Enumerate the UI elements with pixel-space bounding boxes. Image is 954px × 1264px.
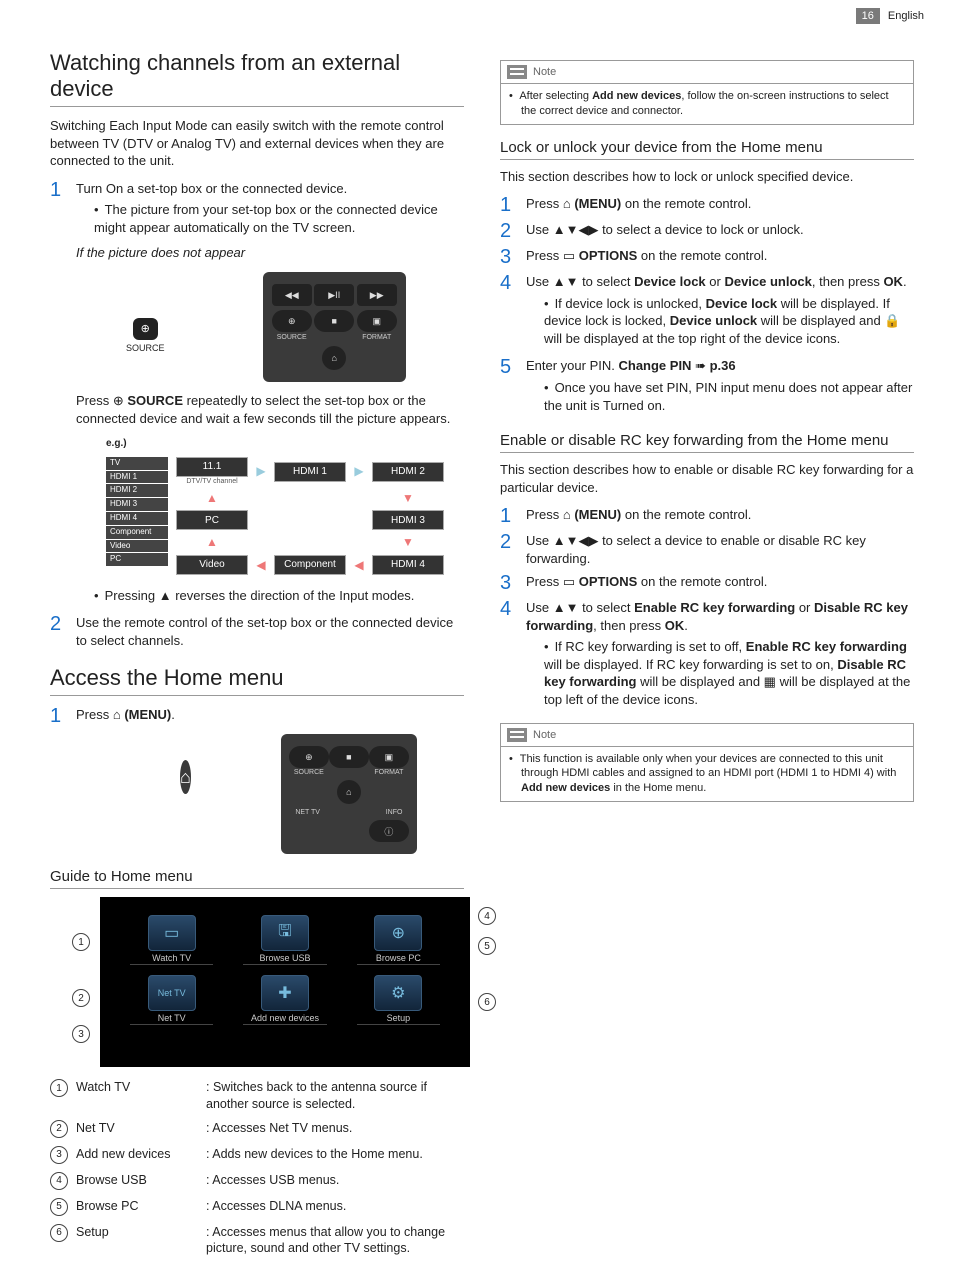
rc-step-3: Press ▭ OPTIONS on the remote control.: [526, 573, 914, 593]
arrow-left-icon: ◀: [254, 557, 268, 573]
home-setup: ⚙Setup: [357, 975, 440, 1025]
fast-forward-icon: ▶▶: [357, 284, 397, 306]
rewind-icon: ◀◀: [272, 284, 312, 306]
rc-step-2: Use ▲▼◀▶ to select a device to enable or…: [526, 532, 914, 567]
gear-icon: ⚙: [374, 975, 422, 1011]
rc-step-4-sub: If RC key forwarding is set to off, Enab…: [544, 638, 914, 708]
step-1-sub: The picture from your set-top box or the…: [94, 201, 464, 236]
input-list: TV HDMI 1 HDMI 2 HDMI 3 HDMI 4 Component…: [106, 457, 168, 579]
note-2-body: This function is available only when you…: [501, 746, 913, 802]
lock-step-4: Use ▲▼ to select Device lock or Device u…: [526, 273, 914, 351]
remote-figure: ⊕ SOURCE ◀◀ ▶II ▶▶ ⊕SOURCE ■: [126, 272, 406, 382]
callout-3: 3: [72, 1025, 90, 1043]
lock-step-3: Press ▭ OPTIONS on the remote control.: [526, 247, 914, 267]
lock-intro: This section describes how to lock or un…: [500, 168, 914, 186]
rc-step-4: Use ▲▼ to select Enable RC key forwardin…: [526, 599, 914, 712]
source-icon: ⊕: [289, 746, 329, 768]
arrow-up-icon: ▲: [176, 534, 248, 550]
note-box-1: Note After selecting Add new devices, fo…: [500, 60, 914, 125]
remote-inline-icon: ▦: [764, 674, 776, 689]
step-2: Use the remote control of the set-top bo…: [76, 614, 464, 649]
options-inline-icon: ▭: [563, 574, 575, 589]
home-net-tv: Net TVNet TV: [130, 975, 213, 1025]
stop-icon: ■: [329, 746, 369, 768]
if-picture-not-appear: If the picture does not appear: [76, 244, 464, 262]
note-box-2: Note This function is available only whe…: [500, 723, 914, 803]
input-diagram: TV HDMI 1 HDMI 2 HDMI 3 HDMI 4 Component…: [106, 457, 464, 579]
home-browse-pc: ⊕Browse PC: [357, 915, 440, 965]
lock-step-1: Press ⌂ (MENU) on the remote control.: [526, 195, 914, 215]
step-1: Turn On a set-top box or the connected d…: [76, 180, 464, 609]
page-number: 16: [856, 8, 880, 24]
pc-icon: ⊕: [374, 915, 422, 951]
flow-grid: 11.1 DTV/TV channel ▶ HDMI 1 ▶ HDMI 2 ▲: [176, 457, 444, 579]
format-icon: ▣: [369, 746, 409, 768]
reverse-note: Pressing ▲ reverses the direction of the…: [94, 587, 464, 605]
arrow-down-icon: ▼: [372, 490, 444, 506]
format-icon: ▣: [357, 310, 397, 332]
right-column: Note After selecting Add new devices, fo…: [500, 50, 914, 1264]
heading-rc-forwarding: Enable or disable RC key forwarding from…: [500, 432, 914, 453]
callout-5: 5: [478, 937, 496, 955]
heading-watching-channels: Watching channels from an external devic…: [50, 50, 464, 107]
callout-6: 6: [478, 993, 496, 1011]
rc-step-1: Press ⌂ (MENU) on the remote control.: [526, 506, 914, 526]
add-icon: ✚: [261, 975, 309, 1011]
note-icon: [507, 65, 527, 79]
heading-guide-home: Guide to Home menu: [50, 868, 464, 889]
home-button-graphic: ⌂: [180, 760, 191, 794]
remote-figure-2: ⌂ ⊕SOURCE ■ ▣FORMAT ⌂ NET TV INFO ⓘ: [180, 734, 380, 854]
tv-icon: ▭: [148, 915, 196, 951]
usb-icon: 🖫: [261, 915, 309, 951]
note-1-body: After selecting Add new devices, follow …: [501, 83, 913, 124]
play-pause-icon: ▶II: [314, 284, 354, 306]
home-watch-tv: ▭Watch TV: [130, 915, 213, 965]
arrow-right-icon: ▶: [352, 463, 366, 479]
home-icon: ⌂: [337, 780, 361, 804]
rc-intro: This section describes how to enable or …: [500, 461, 914, 496]
home-inline-icon: ⌂: [563, 196, 571, 211]
source-button-graphic: ⊕: [133, 318, 158, 341]
arrow-left-icon: ◀: [352, 557, 366, 573]
home-step-1: Press ⌂ (MENU).: [76, 706, 464, 726]
lock-step-5-sub: Once you have set PIN, PIN input menu do…: [544, 379, 914, 414]
page-header: 16 English: [856, 8, 924, 24]
lock-step-5: Enter your PIN. Change PIN ➠ p.36 Once y…: [526, 357, 914, 418]
page-language: English: [888, 10, 924, 22]
source-inline-icon: ⊕: [113, 393, 124, 408]
press-source-text: Press ⊕ SOURCE repeatedly to select the …: [76, 392, 464, 427]
callout-2: 2: [72, 989, 90, 1007]
source-icon: ⊕: [272, 310, 312, 332]
nettv-icon: Net TV: [148, 975, 196, 1011]
remote-graphic: ◀◀ ▶II ▶▶ ⊕SOURCE ■ ▣FORMAT ⌂: [263, 272, 406, 382]
home-inline-icon: ⌂: [563, 507, 571, 522]
lock-inline-icon: 🔒: [884, 313, 900, 328]
home-inline-icon: ⌂: [113, 707, 121, 722]
info-icon: ⓘ: [369, 820, 409, 842]
arrow-right-icon: ▶: [254, 463, 268, 479]
callout-1: 1: [72, 933, 90, 951]
lock-step-2: Use ▲▼◀▶ to select a device to lock or u…: [526, 221, 914, 241]
heading-lock-unlock: Lock or unlock your device from the Home…: [500, 139, 914, 160]
home-menu-screenshot: ▭Watch TV 🖫Browse USB ⊕Browse PC Net TVN…: [100, 897, 470, 1067]
lock-step-4-sub: If device lock is unlocked, Device lock …: [544, 295, 914, 348]
left-column: Watching channels from an external devic…: [50, 50, 464, 1264]
heading-access-home: Access the Home menu: [50, 665, 464, 696]
note-icon: [507, 728, 527, 742]
stop-icon: ■: [314, 310, 354, 332]
options-inline-icon: ▭: [563, 248, 575, 263]
home-add-devices: ✚Add new devices: [243, 975, 326, 1025]
intro-text: Switching Each Input Mode can easily swi…: [50, 117, 464, 170]
home-legend: 1Watch TVSwitches back to the antenna so…: [50, 1079, 464, 1256]
arrow-up-icon: ▲: [176, 490, 248, 506]
callout-4: 4: [478, 907, 496, 925]
home-browse-usb: 🖫Browse USB: [243, 915, 326, 965]
arrow-down-icon: ▼: [372, 534, 444, 550]
home-icon: ⌂: [322, 346, 346, 370]
eg-label: e.g.): [106, 437, 464, 451]
